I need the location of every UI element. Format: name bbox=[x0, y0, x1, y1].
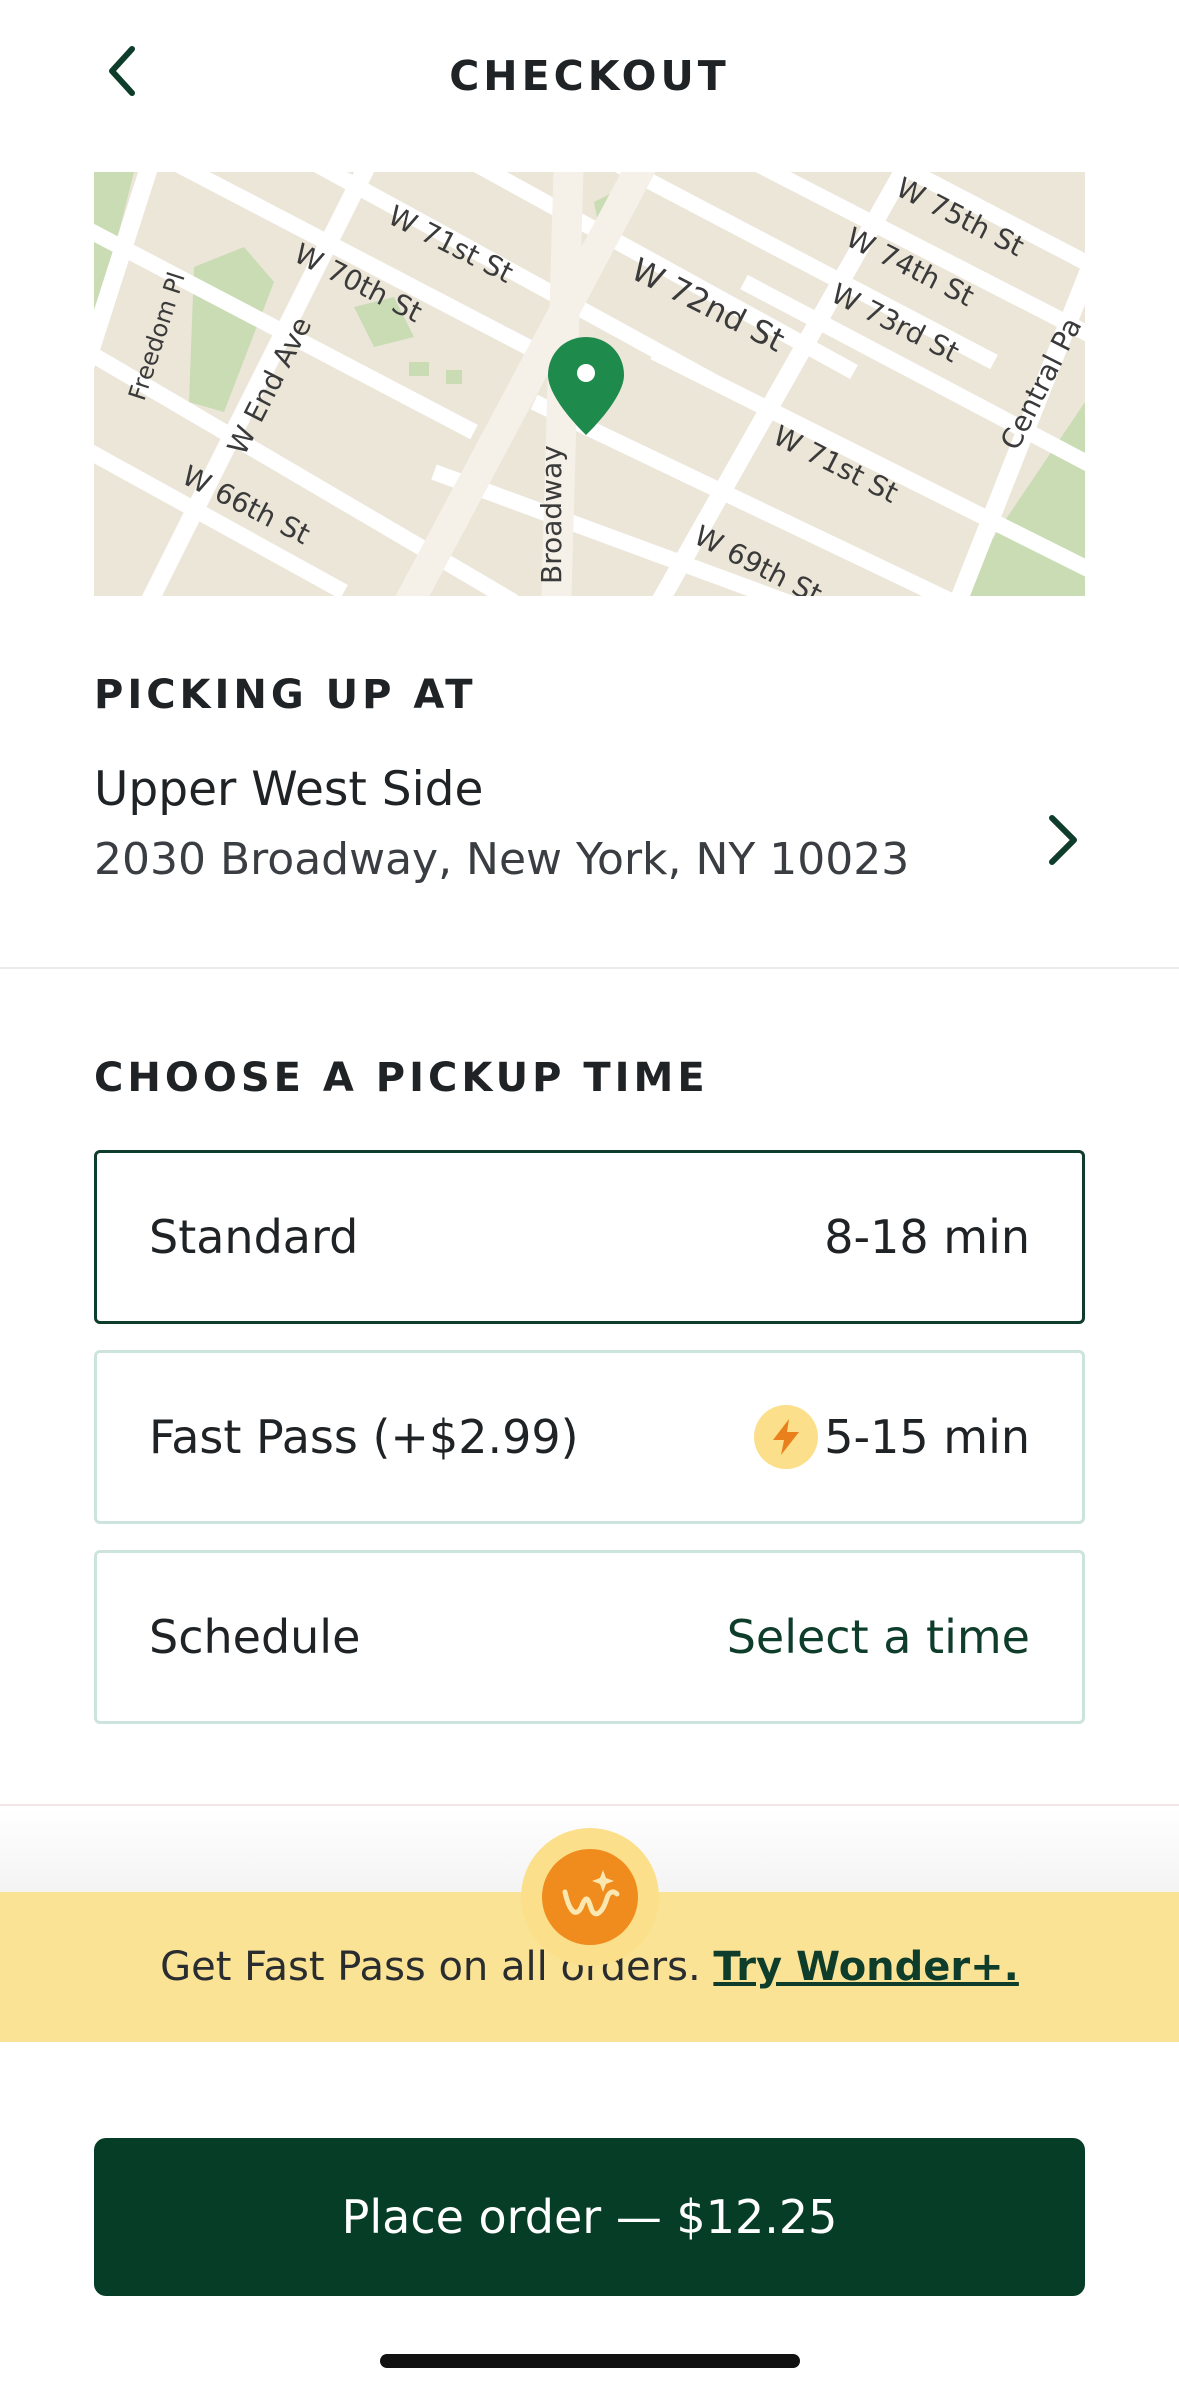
option-label: Schedule bbox=[149, 1610, 361, 1664]
divider bbox=[0, 1804, 1179, 1806]
page-title: CHECKOUT bbox=[449, 52, 730, 100]
store-name: Upper West Side bbox=[94, 762, 484, 817]
pickup-option-schedule[interactable]: Schedule Select a time bbox=[94, 1550, 1085, 1724]
wonder-plus-logo-icon bbox=[521, 1828, 659, 1966]
option-time: 5-15 min bbox=[824, 1410, 1030, 1464]
chevron-right-icon[interactable] bbox=[1040, 810, 1084, 870]
place-order-button[interactable]: Place order — $12.25 bbox=[94, 2138, 1085, 2296]
home-indicator bbox=[380, 2354, 800, 2368]
street-label: Broadway bbox=[535, 445, 568, 584]
option-label: Standard bbox=[149, 1210, 359, 1264]
select-time-link[interactable]: Select a time bbox=[727, 1610, 1030, 1664]
lightning-bolt-icon bbox=[754, 1405, 818, 1469]
pickup-option-fast-pass[interactable]: Fast Pass (+$2.99) 5-15 min bbox=[94, 1350, 1085, 1524]
pickup-time-label: CHOOSE A PICKUP TIME bbox=[94, 1055, 709, 1101]
divider bbox=[0, 967, 1179, 969]
picking-up-label: PICKING UP AT bbox=[94, 672, 477, 718]
store-address: 2030 Broadway, New York, NY 10023 bbox=[94, 834, 910, 885]
checkout-header: CHECKOUT bbox=[0, 0, 1179, 160]
try-wonder-plus-link[interactable]: Try Wonder+. bbox=[713, 1944, 1018, 1990]
option-label: Fast Pass (+$2.99) bbox=[149, 1410, 579, 1464]
pickup-option-standard[interactable]: Standard 8-18 min bbox=[94, 1150, 1085, 1324]
store-map[interactable]: W 75th St W 74th St W 73rd St W 72nd St … bbox=[94, 172, 1085, 596]
option-time: 8-18 min bbox=[824, 1210, 1030, 1264]
